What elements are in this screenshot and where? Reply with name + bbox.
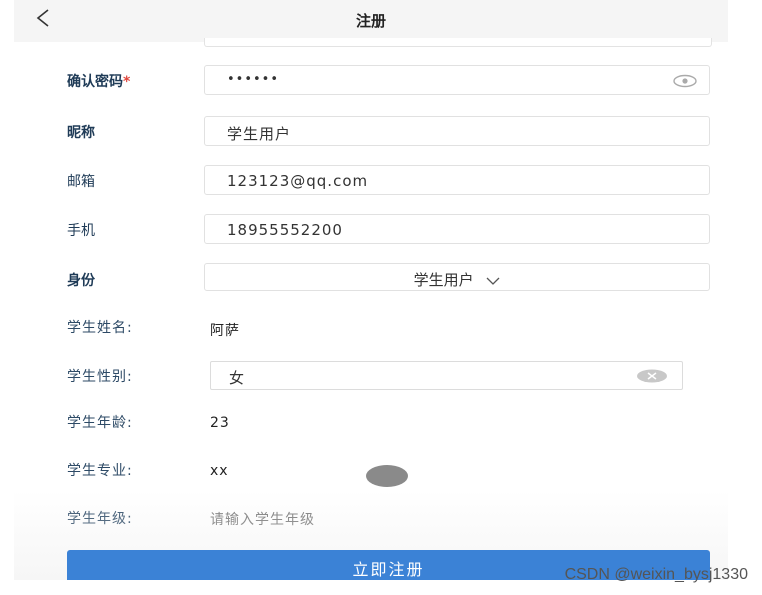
role-value: 学生用户	[413, 271, 474, 289]
role-select[interactable]: 学生用户	[204, 263, 710, 291]
confirm-password-label-text: 确认密码	[67, 74, 123, 90]
register-screen: 注册 确认密码* •••••• 昵称 学生用户 邮箱 123123@qq.com…	[14, 0, 728, 580]
nav-header: 注册	[14, 0, 728, 42]
student-gender-value: 女	[229, 369, 246, 387]
student-major-label: 学生专业:	[67, 463, 133, 479]
role-label: 身份	[67, 273, 95, 289]
student-grade-label: 学生年级:	[67, 511, 133, 527]
watermark: CSDN @weixin_bysj1330	[564, 566, 748, 583]
student-age-value: 23	[210, 415, 230, 431]
phone-value: 18955552200	[227, 221, 343, 239]
role-select-display: 学生用户	[205, 269, 709, 290]
email-label: 邮箱	[67, 174, 95, 190]
touch-indicator	[366, 465, 408, 487]
nickname-label: 昵称	[67, 125, 95, 141]
student-name-label: 学生姓名:	[67, 320, 133, 336]
student-grade-input[interactable]: 请输入学生年级	[210, 509, 315, 529]
confirm-password-value: ••••••	[227, 72, 280, 87]
page-title: 注册	[355, 12, 386, 30]
nickname-value: 学生用户	[227, 125, 292, 143]
eye-icon[interactable]	[673, 74, 697, 88]
student-major-value: xx	[210, 463, 229, 479]
student-age-label: 学生年龄:	[67, 415, 133, 431]
student-gender-input[interactable]: 女	[210, 361, 683, 390]
confirm-password-label: 确认密码*	[67, 71, 130, 91]
nickname-input[interactable]: 学生用户	[204, 116, 710, 146]
password-field-edge[interactable]	[204, 38, 712, 47]
email-input[interactable]: 123123@qq.com	[204, 165, 710, 195]
confirm-password-input[interactable]: ••••••	[204, 65, 710, 95]
required-mark: *	[123, 74, 131, 90]
chevron-down-icon	[486, 277, 500, 285]
student-name-value: 阿萨	[210, 323, 240, 339]
clear-icon[interactable]	[636, 369, 668, 383]
phone-label: 手机	[67, 223, 95, 239]
student-gender-label: 学生性别:	[67, 369, 133, 385]
email-value: 123123@qq.com	[227, 172, 369, 190]
phone-input[interactable]: 18955552200	[204, 214, 710, 244]
